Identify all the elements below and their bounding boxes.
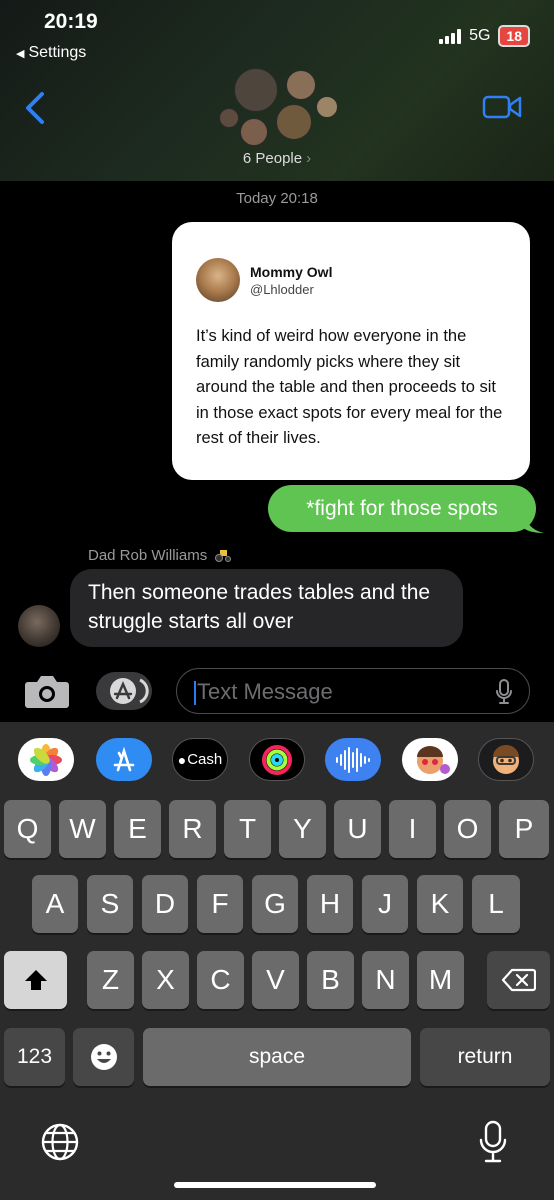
photos-flower-icon: [30, 743, 62, 776]
dictation-mic-icon[interactable]: [495, 679, 513, 705]
animoji-face-icon: [493, 744, 519, 774]
key-e[interactable]: E: [114, 800, 161, 858]
imessage-app-drawer: ● Cash: [0, 738, 554, 782]
emoji-smiley-icon: [90, 1044, 117, 1070]
group-member-avatar: [234, 68, 278, 112]
sender-name: Dad Rob Williams: [88, 546, 232, 564]
photos-app-icon[interactable]: [18, 738, 74, 781]
text-caret: [194, 681, 196, 705]
key-h[interactable]: H: [307, 875, 353, 933]
home-indicator[interactable]: [174, 1182, 376, 1188]
key-u[interactable]: U: [334, 800, 381, 858]
key-f[interactable]: F: [197, 875, 243, 933]
tractor-emoji-icon-graphic: [215, 550, 232, 562]
return-key[interactable]: return: [420, 1028, 550, 1086]
key-d[interactable]: D: [142, 875, 188, 933]
sent-message-bubble[interactable]: *fight for those spots: [268, 485, 536, 532]
back-to-settings-link[interactable]: ◀ Settings: [16, 44, 86, 62]
key-w[interactable]: W: [59, 800, 106, 858]
group-member-avatar: [276, 104, 312, 140]
group-member-avatar: [286, 70, 316, 100]
emoji-key[interactable]: [73, 1028, 134, 1086]
group-people-label[interactable]: 6 People ›: [0, 150, 554, 167]
sender-name-text: Dad Rob Williams: [88, 547, 208, 564]
key-x[interactable]: X: [142, 951, 189, 1009]
globe-icon[interactable]: [40, 1122, 80, 1162]
memoji-face-icon: [417, 745, 450, 774]
apple-cash-app-icon[interactable]: ● Cash: [172, 738, 228, 781]
back-triangle-icon: ◀: [16, 48, 25, 60]
key-t[interactable]: T: [224, 800, 271, 858]
apps-button[interactable]: [96, 672, 152, 710]
chevron-right-icon: ›: [306, 150, 312, 167]
back-to-settings-label: Settings: [28, 44, 87, 61]
waveform-icon: [336, 746, 370, 773]
status-indicators: 5G 18: [439, 25, 530, 47]
message-input[interactable]: Text Message: [176, 668, 530, 714]
dictation-key-mic-icon[interactable]: [478, 1120, 508, 1164]
app-store-app-icon[interactable]: [96, 738, 152, 781]
status-time: 20:19: [44, 10, 98, 33]
key-b[interactable]: B: [307, 951, 354, 1009]
key-r[interactable]: R: [169, 800, 216, 858]
sender-avatar[interactable]: [18, 605, 60, 647]
group-member-avatar: [240, 118, 268, 146]
key-c[interactable]: C: [197, 951, 244, 1009]
key-z[interactable]: Z: [87, 951, 134, 1009]
key-m[interactable]: M: [417, 951, 464, 1009]
delete-key[interactable]: [487, 951, 550, 1009]
tweet-author-avatar: [196, 258, 240, 302]
audio-message-app-icon[interactable]: [325, 738, 381, 781]
key-g[interactable]: G: [252, 875, 298, 933]
key-a[interactable]: A: [32, 875, 78, 933]
shift-arrow-icon: [24, 970, 47, 990]
key-n[interactable]: N: [362, 951, 409, 1009]
activity-rings-icon: [262, 744, 292, 775]
tweet-author-handle: @Lhlodder: [250, 281, 314, 297]
shift-key[interactable]: [4, 951, 67, 1009]
conversation-header: 20:19 ◀ Settings 5G 18 6 People ›: [0, 0, 554, 181]
cellular-signal-icon: [439, 28, 462, 44]
apple-cash-label: Cash: [187, 751, 223, 768]
tweet-text: It’s kind of weird how everyone in the f…: [196, 327, 503, 447]
received-message-bubble[interactable]: Then someone trades tables and the strug…: [70, 569, 463, 647]
video-call-icon[interactable]: [482, 94, 522, 120]
group-member-avatar: [219, 108, 239, 128]
backspace-icon: [501, 968, 536, 992]
tweet-header: Mommy Owl @Lhlodder: [196, 258, 506, 302]
numbers-key[interactable]: 123: [4, 1028, 65, 1086]
camera-icon[interactable]: [24, 672, 70, 710]
message-input-placeholder: Text Message: [197, 679, 333, 704]
key-j[interactable]: J: [362, 875, 408, 933]
key-p[interactable]: P: [499, 800, 549, 858]
group-people-text: 6 People: [242, 150, 303, 167]
tweet-author-name: Mommy Owl: [250, 263, 333, 280]
key-y[interactable]: Y: [279, 800, 326, 858]
network-type: 5G: [469, 27, 491, 44]
tweet-screenshot-message[interactable]: Mommy Owl @Lhlodder It’s kind of weird h…: [172, 222, 530, 480]
tractor-emoji-icon: [214, 548, 232, 562]
message-timestamp: Today 20:18: [236, 190, 318, 207]
group-avatars[interactable]: [216, 66, 340, 148]
key-q[interactable]: Q: [4, 800, 51, 858]
tweet-author: Mommy Owl @Lhlodder: [250, 264, 332, 297]
key-l[interactable]: L: [472, 875, 520, 933]
key-i[interactable]: I: [389, 800, 436, 858]
app-store-icon: [110, 678, 149, 704]
battery-indicator: 18: [498, 25, 530, 47]
key-o[interactable]: O: [444, 800, 491, 858]
apple-logo-icon: ●: [177, 751, 187, 768]
key-k[interactable]: K: [417, 875, 463, 933]
group-member-avatar: [316, 96, 338, 118]
memoji-stickers-app-icon[interactable]: [402, 738, 458, 781]
space-key[interactable]: space: [143, 1028, 411, 1086]
app-store-a-icon: [113, 746, 135, 771]
back-chevron-icon[interactable]: [22, 88, 50, 128]
key-v[interactable]: V: [252, 951, 299, 1009]
animoji-app-icon[interactable]: [478, 738, 534, 781]
key-s[interactable]: S: [87, 875, 133, 933]
activity-app-icon[interactable]: [249, 738, 305, 781]
